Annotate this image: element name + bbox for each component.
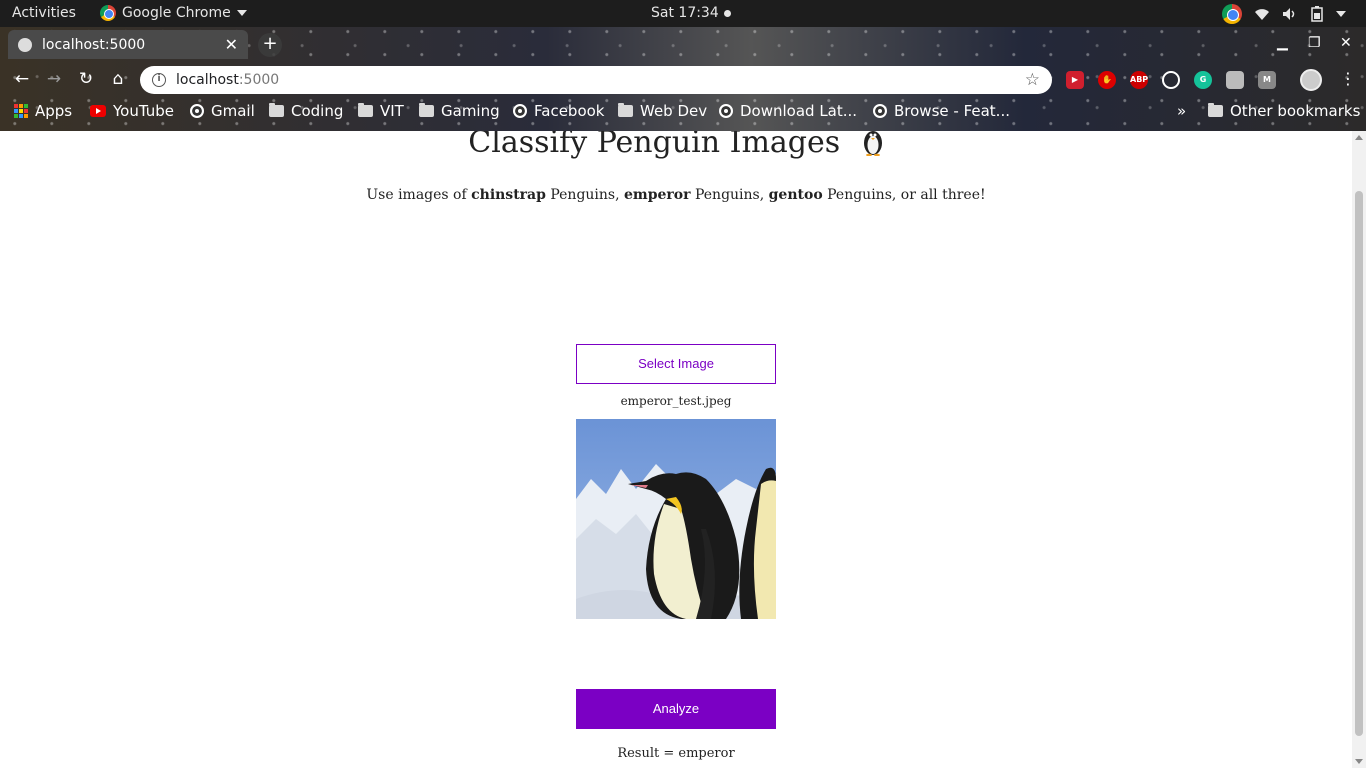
browser-frame: localhost:5000 ✕ + ▁ ❐ ✕ ← → ↻ ⌂ i local…: [0, 27, 1366, 131]
folder-icon: [269, 103, 284, 117]
back-icon[interactable]: ←: [12, 69, 32, 89]
bookmark-browse[interactable]: Browse - Feat...: [873, 102, 1010, 120]
profile-avatar[interactable]: [1300, 69, 1322, 91]
select-image-button[interactable]: Select Image: [576, 344, 776, 384]
subtitle-text: Penguins,: [690, 187, 769, 203]
chrome-menu-icon[interactable]: ⋮: [1340, 69, 1356, 88]
youtube-icon: [90, 105, 106, 117]
bookmark-label: Coding: [291, 102, 344, 120]
maximize-icon[interactable]: ❐: [1308, 35, 1321, 51]
globe-icon: [190, 104, 204, 118]
extension-youtube-icon[interactable]: ▶: [1066, 71, 1084, 89]
app-menu-label: Google Chrome: [122, 5, 231, 21]
subtitle-text: Penguins,: [545, 187, 625, 203]
clock-label: Sat 17:34: [651, 5, 719, 21]
bookmark-label: Browse - Feat...: [894, 102, 1010, 120]
minimize-icon[interactable]: ▁: [1277, 35, 1288, 51]
bookmark-gaming[interactable]: Gaming: [419, 102, 500, 120]
scrollbar-thumb[interactable]: [1355, 191, 1363, 736]
selected-filename: emperor_test.jpeg: [620, 394, 732, 408]
bookmark-label: Web Dev: [640, 102, 708, 120]
bookmark-label: Download Lat...: [740, 102, 858, 120]
species-emperor: emperor: [624, 187, 691, 203]
app-menu[interactable]: Google Chrome: [100, 5, 247, 21]
bookmark-label: Facebook: [534, 102, 605, 120]
bookmark-label: Apps: [35, 102, 73, 120]
species-chinstrap: chinstrap: [471, 187, 546, 203]
bookmark-label: Gmail: [211, 102, 255, 120]
chrome-icon: [100, 5, 116, 21]
subtitle-text: Penguins, or all three!: [822, 187, 986, 203]
subtitle-text: Use images of: [366, 187, 472, 203]
system-tray[interactable]: [1222, 4, 1346, 24]
browser-toolbar: ← → ↻ ⌂ i localhost:5000 ☆ ▶ ✋ ABP G M ⋮: [0, 62, 1366, 96]
other-bookmarks-label: Other bookmarks: [1230, 102, 1361, 120]
species-gentoo: gentoo: [768, 187, 823, 203]
home-icon[interactable]: ⌂: [108, 69, 128, 89]
bookmark-youtube[interactable]: YouTube: [90, 102, 174, 120]
extension-cast-icon[interactable]: [1226, 71, 1244, 89]
tab-favicon-icon: [18, 37, 32, 52]
scroll-down-icon[interactable]: [1355, 759, 1363, 764]
chevron-down-icon: [236, 10, 247, 16]
bookmark-label: VIT: [380, 102, 404, 120]
window-close-icon[interactable]: ✕: [1340, 35, 1352, 51]
system-top-bar: Activities Google Chrome Sat 17:34: [0, 0, 1366, 27]
bookmark-coding[interactable]: Coding: [269, 102, 343, 120]
folder-icon: [358, 103, 373, 117]
bookmark-gmail[interactable]: Gmail: [190, 102, 255, 120]
url-host: localhost: [176, 72, 239, 88]
scroll-up-icon[interactable]: [1355, 135, 1363, 140]
other-bookmarks[interactable]: Other bookmarks: [1208, 102, 1360, 120]
extension-hand-icon[interactable]: ✋: [1098, 71, 1116, 89]
clock[interactable]: Sat 17:34: [651, 5, 731, 21]
tab-title: localhost:5000: [42, 36, 146, 53]
bookmark-web-dev[interactable]: Web Dev: [618, 102, 707, 120]
url-port: :5000: [238, 72, 280, 88]
activities-button[interactable]: Activities: [12, 5, 76, 21]
volume-icon: [1283, 8, 1295, 20]
page-content: Classify Penguin Images Use images of ch…: [0, 131, 1352, 768]
bookmark-label: YouTube: [113, 102, 174, 120]
globe-icon: [873, 104, 887, 118]
page-subtitle: Use images of chinstrap Penguins, empero…: [0, 187, 1352, 203]
battery-icon: [1311, 6, 1323, 22]
result-text: Result = emperor: [617, 746, 735, 761]
extension-adblock-icon[interactable]: ABP: [1130, 71, 1148, 89]
bookmarks-bar: Apps YouTube Gmail Coding VIT Gaming Fac…: [0, 98, 1366, 126]
penguin-icon: [863, 131, 882, 156]
page-title: Classify Penguin Images: [0, 131, 1352, 160]
notification-dot-icon: [723, 9, 731, 17]
folder-icon: [419, 103, 434, 117]
address-bar[interactable]: i localhost:5000 ☆: [140, 66, 1052, 94]
folder-icon: [618, 103, 633, 117]
bookmark-label: Gaming: [441, 102, 500, 120]
extension-m-icon[interactable]: M: [1258, 71, 1276, 89]
extension-speed-icon[interactable]: [1162, 71, 1180, 89]
chrome-tray-icon[interactable]: [1222, 4, 1242, 24]
wifi-icon: [1255, 9, 1269, 20]
page-title-text: Classify Penguin Images: [468, 131, 841, 160]
bookmark-facebook[interactable]: Facebook: [513, 102, 604, 120]
forward-icon[interactable]: →: [44, 69, 64, 89]
reload-icon[interactable]: ↻: [76, 69, 96, 89]
bookmarks-overflow[interactable]: »: [1177, 102, 1186, 120]
site-info-icon[interactable]: i: [152, 73, 166, 87]
folder-icon: [1208, 103, 1223, 117]
globe-icon: [719, 104, 733, 118]
page-scrollbar[interactable]: [1352, 131, 1366, 768]
apps-grid-icon: [14, 104, 28, 118]
bookmark-vit[interactable]: VIT: [358, 102, 404, 120]
new-tab-button[interactable]: +: [258, 33, 282, 57]
bookmark-apps[interactable]: Apps: [14, 102, 72, 120]
tab-close-icon[interactable]: ✕: [225, 35, 238, 54]
globe-icon: [513, 104, 527, 118]
bookmark-download[interactable]: Download Lat...: [719, 102, 857, 120]
system-menu-chevron-icon: [1336, 11, 1346, 17]
tab-localhost[interactable]: localhost:5000 ✕: [8, 30, 248, 59]
analyze-button[interactable]: Analyze: [576, 689, 776, 729]
bookmark-star-icon[interactable]: ☆: [1025, 70, 1040, 90]
penguin-preview-image: [576, 419, 776, 619]
extension-grammarly-icon[interactable]: G: [1194, 71, 1212, 89]
